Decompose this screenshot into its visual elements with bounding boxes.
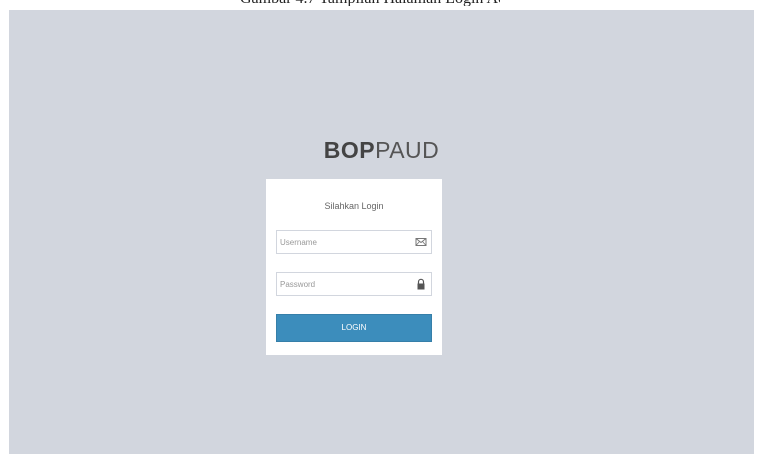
password-field[interactable] [276,272,432,296]
lock-icon [417,278,425,290]
login-page-background: BOPPAUD Silahkan Login LOGIN [9,10,754,454]
logo-light-text: PAUD [375,137,440,163]
login-button[interactable]: LOGIN [276,314,432,342]
password-input[interactable] [277,273,410,295]
username-input[interactable] [277,231,410,253]
login-box: Silahkan Login LOGIN [266,179,442,355]
app-logo[interactable]: BOPPAUD [9,137,754,164]
login-box-message: Silahkan Login [324,201,384,211]
page: Gambar 4.7 Tampilan Halaman Login Admin … [0,0,762,454]
logo-bold-text: BOP [323,137,376,163]
envelope-icon [415,238,427,246]
username-field[interactable] [276,230,432,254]
cropped-caption-text: Gambar 4.7 Tampilan Halaman Login Admin [240,0,500,6]
